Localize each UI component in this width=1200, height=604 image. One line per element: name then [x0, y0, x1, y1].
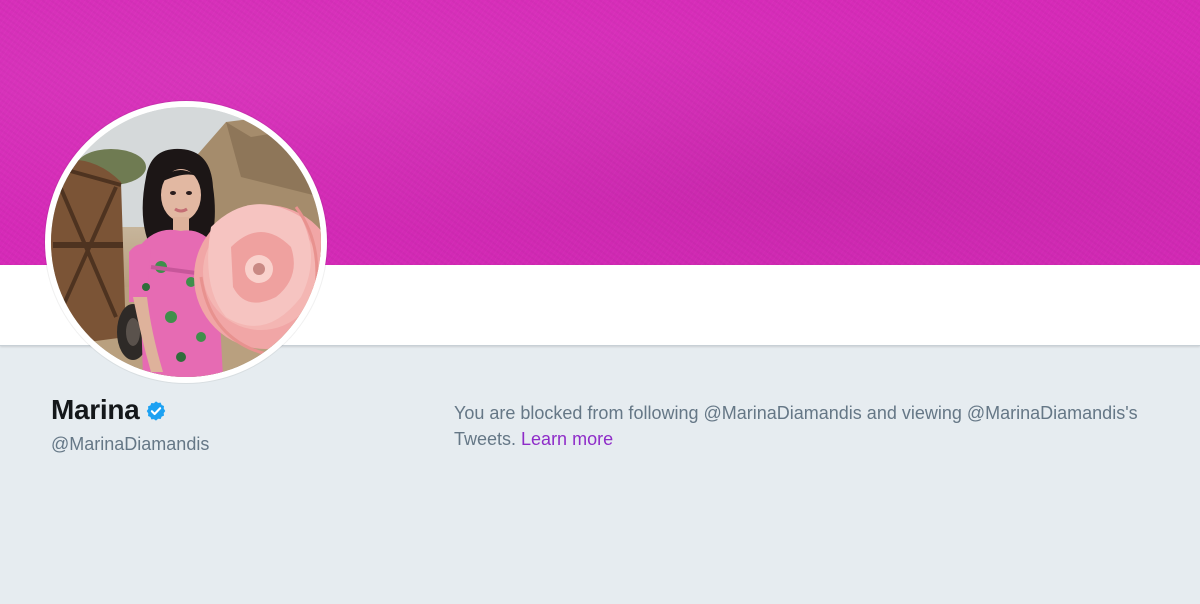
- profile-handle[interactable]: @MarinaDiamandis: [51, 434, 209, 455]
- learn-more-link[interactable]: Learn more: [521, 429, 613, 449]
- profile-name[interactable]: Marina: [51, 394, 140, 426]
- avatar-photo: [51, 107, 321, 377]
- avatar[interactable]: [45, 101, 327, 383]
- profile-page: Marina @MarinaDiamandis You are blocked …: [0, 0, 1200, 604]
- blocked-notice: You are blocked from following @MarinaDi…: [454, 400, 1184, 452]
- avatar-illustration: [51, 107, 321, 377]
- profile-name-row: Marina: [51, 394, 167, 426]
- verified-badge-icon: [145, 400, 167, 422]
